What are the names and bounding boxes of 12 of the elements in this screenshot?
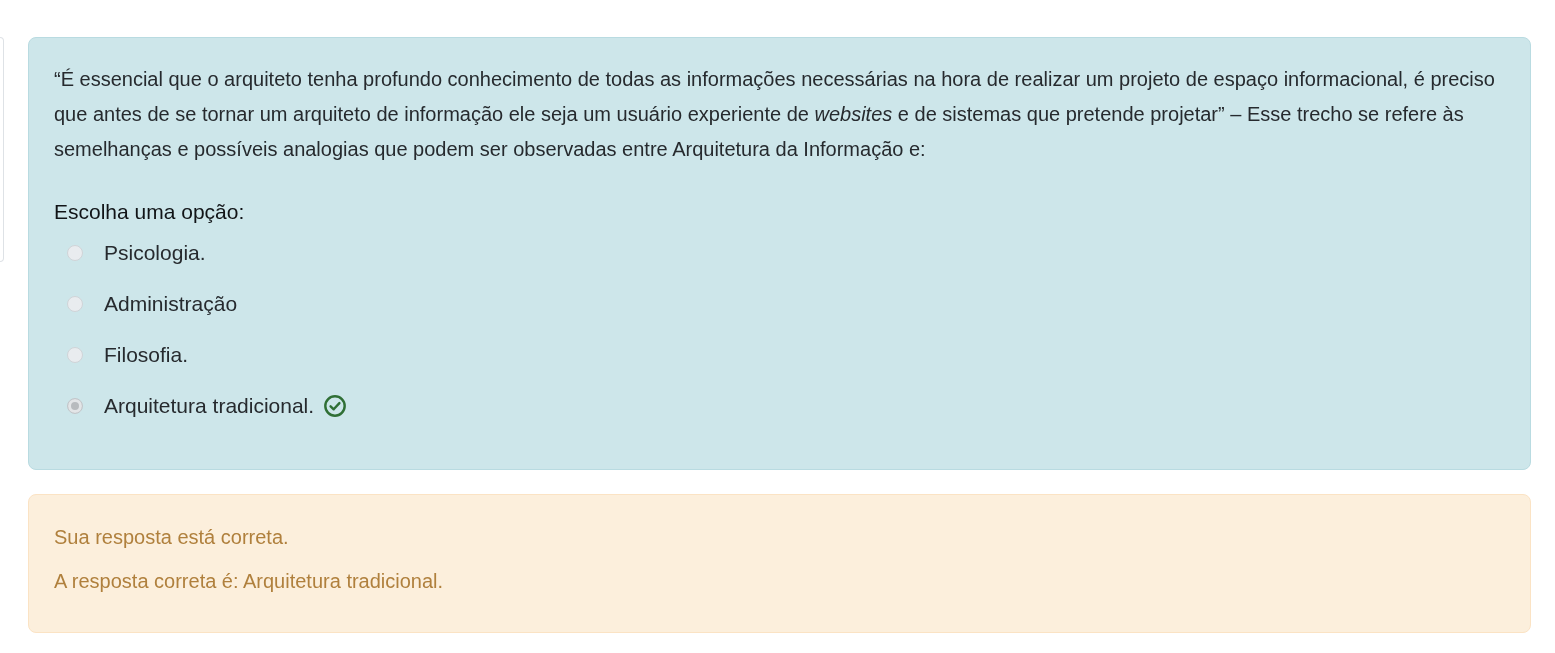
feedback-text: Sua resposta está correta. — [54, 525, 290, 550]
answer-prompt: Escolha uma opção: — [54, 199, 246, 225]
radio-button[interactable] — [67, 397, 83, 414]
radio-button[interactable] — [67, 295, 83, 312]
option-label[interactable]: Administração — [104, 289, 238, 318]
radio-button[interactable] — [67, 244, 83, 261]
question-text: “É essencial que o arquiteto tenha profundo conhecimento de todas as informações necessárias na hora de realizar um projeto de espaço informacional, é preciso que antes de se tornar um arquiteto de informação ele seja um usuário experiente de websites e de sistemas que pretende projetar” – Esse trecho se refere às semelhanças e possíveis analogias que podem ser observadas entre Arquitetura da Informação e: — [54, 67, 1496, 162]
radio-button[interactable] — [67, 346, 83, 363]
option-label[interactable]: Filosofia. — [104, 340, 189, 369]
option-label[interactable]: Arquitetura tradicional. — [104, 391, 315, 420]
feedback-text: A resposta correta é: Arquitetura tradicional. — [54, 569, 445, 594]
option-label[interactable]: Psicologia. — [104, 238, 206, 267]
